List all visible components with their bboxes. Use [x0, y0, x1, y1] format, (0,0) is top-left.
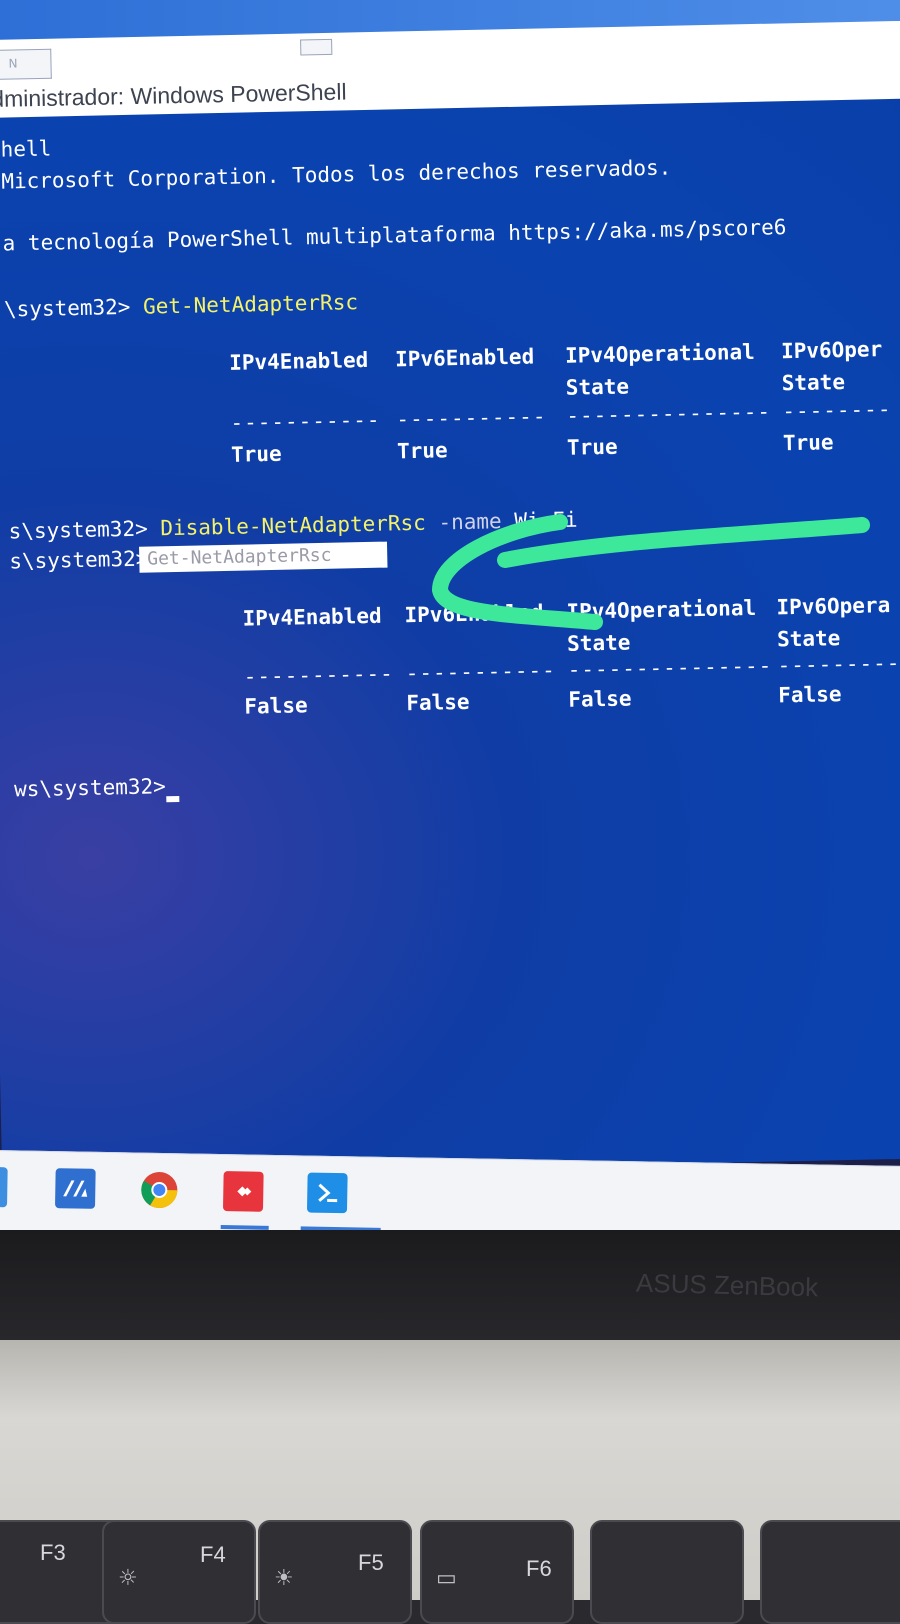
- laptop-screen: N dministrador: Windows PowerShell hell …: [0, 0, 900, 1262]
- brightness-down-icon: ☼: [118, 1566, 138, 1591]
- key-f5[interactable]: ☀ F5: [258, 1520, 412, 1624]
- t1-value-ipv4enabled: True: [230, 441, 282, 467]
- window-ghost-button[interactable]: [300, 38, 333, 56]
- t2-header-ipv4enabled: IPv4Enabled: [242, 603, 382, 631]
- prompt-text: s\system32>: [9, 546, 149, 574]
- t2-header-ipv6opera: IPv6Opera: [776, 593, 891, 620]
- t2-dash-2: -----------: [405, 658, 557, 686]
- autocomplete-suggestion[interactable]: Get-NetAdapterRsc: [139, 541, 388, 573]
- tab-ghost[interactable]: N: [0, 48, 52, 80]
- t2-header-state-1: State: [566, 630, 631, 656]
- intro-line-1: hell: [0, 136, 52, 162]
- t2-header-ipv6enabled: IPv6Enabled: [404, 600, 544, 628]
- brightness-up-icon: ☀: [274, 1566, 294, 1591]
- window-title: dministrador: Windows PowerShell: [0, 78, 347, 112]
- t1-header-state-2: State: [781, 369, 846, 396]
- anydesk-icon[interactable]: [222, 1171, 264, 1212]
- prompt-line-3: s\system32>: [9, 547, 149, 574]
- prompt-text: \system32>: [3, 294, 144, 322]
- command-param: -name: [425, 508, 515, 535]
- t1-header-ipv4operational: IPv4Operational: [564, 339, 755, 368]
- command-param-value: Wi-Fi: [514, 507, 578, 533]
- prompt-text: s\system32>: [8, 516, 161, 544]
- t2-dash-1: -----------: [243, 661, 395, 689]
- tab-ghost-label: N: [8, 56, 18, 71]
- t2-value-ipv4enabled: False: [244, 693, 308, 719]
- t1-header-state-1: State: [565, 374, 630, 400]
- t2-header-state-2: State: [776, 626, 841, 652]
- t2-value-ipv4operational: False: [568, 686, 632, 712]
- t1-value-ipv6enabled: True: [396, 438, 448, 464]
- t2-dash-3: ---------------: [567, 653, 773, 682]
- command-get-netadapterrsc: Get-NetAdapterRsc: [142, 290, 359, 319]
- intro-line-3: a tecnología PowerShell multiplataforma …: [2, 215, 787, 256]
- file-explorer-icon[interactable]: [0, 1166, 8, 1208]
- key-f8[interactable]: [760, 1520, 900, 1624]
- text-cursor: [166, 795, 180, 803]
- display-icon: ▭: [436, 1566, 457, 1591]
- t1-value-ipv4operational: True: [566, 434, 618, 460]
- key-f4[interactable]: ☼ F4: [102, 1520, 256, 1624]
- t1-header-ipv4enabled: IPv4Enabled: [228, 347, 369, 375]
- t1-dash-3: ---------------: [566, 399, 772, 428]
- key-f7[interactable]: [590, 1520, 744, 1624]
- laptop-brand-logo: ASUS ZenBook: [635, 1267, 819, 1303]
- app-mm-icon[interactable]: [54, 1168, 96, 1209]
- t1-dash-1: -----------: [230, 407, 381, 435]
- key-f4-label: F4: [200, 1542, 226, 1567]
- intro-line-2: Microsoft Corporation. Todos los derecho…: [1, 155, 672, 194]
- t1-header-ipv6enabled: IPv6Enabled: [394, 344, 535, 372]
- powershell-console[interactable]: hell Microsoft Corporation. Todos los de…: [0, 97, 900, 1178]
- key-f6-label: F6: [526, 1556, 552, 1581]
- t1-value-ipv6oper: True: [782, 430, 834, 456]
- powershell-icon[interactable]: [306, 1172, 348, 1214]
- key-f3-label: F3: [40, 1540, 66, 1565]
- prompt-line-2: s\system32> Disable-NetAdapterRsc -name …: [8, 508, 577, 544]
- chrome-icon[interactable]: [139, 1170, 180, 1211]
- t2-header-ipv4operational: IPv4Operational: [566, 595, 757, 624]
- t1-header-ipv6oper: IPv6Oper: [780, 337, 883, 364]
- prompt-line-4: ws\system32>: [13, 773, 179, 802]
- prompt-line-1: \system32> Get-NetAdapterRsc: [4, 290, 358, 321]
- t1-dash-2: -----------: [396, 404, 547, 432]
- key-f5-label: F5: [358, 1550, 384, 1575]
- t2-value-ipv6opera: False: [778, 682, 842, 708]
- t2-value-ipv6enabled: False: [406, 689, 470, 716]
- key-f6[interactable]: ▭ F6: [420, 1520, 574, 1624]
- command-disable-netadapterrsc: Disable-NetAdapterRsc: [160, 510, 427, 541]
- t1-dash-4: --------: [782, 396, 892, 424]
- t2-dash-4: ---------: [777, 650, 900, 678]
